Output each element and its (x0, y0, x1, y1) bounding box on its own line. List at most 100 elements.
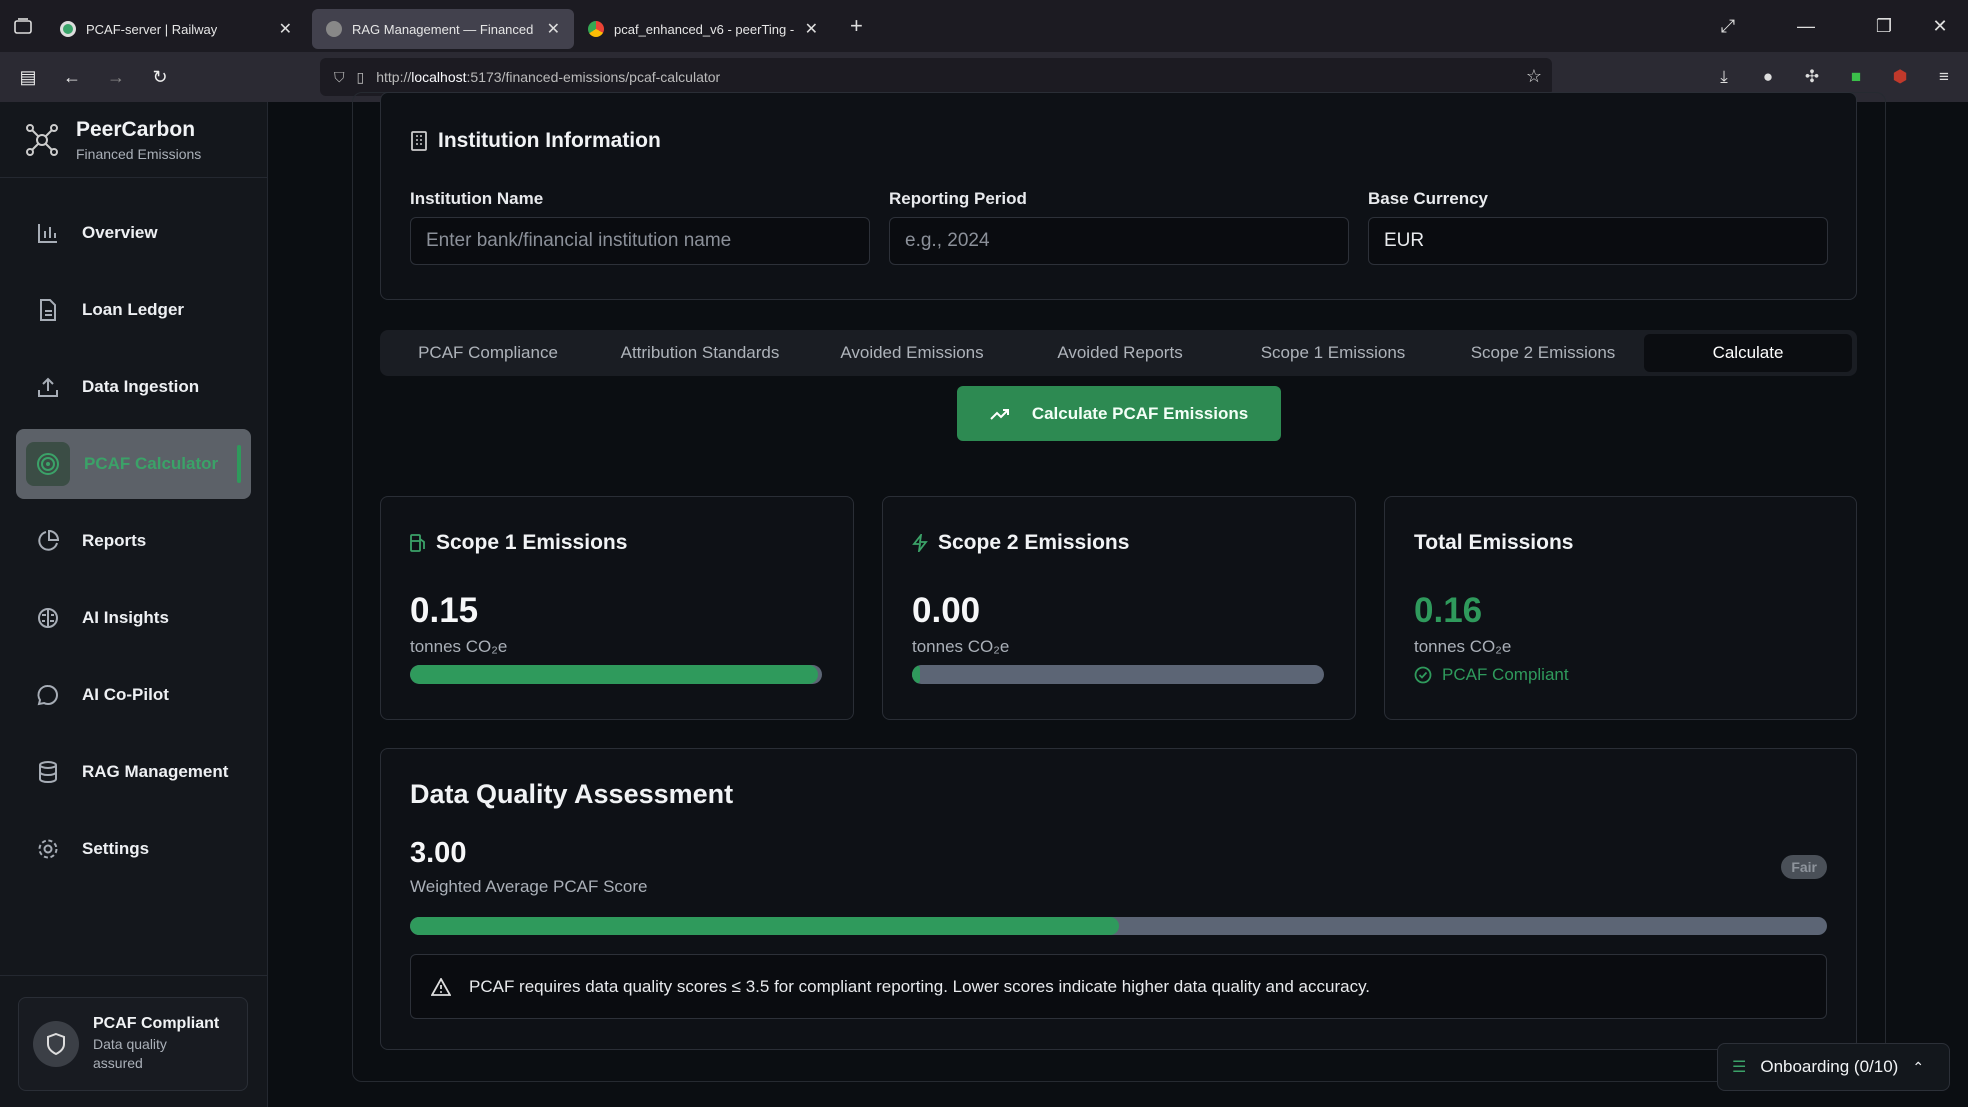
base-currency-input[interactable]: EUR (1368, 217, 1828, 265)
back-icon[interactable]: ← (50, 67, 94, 88)
sidebar-item-loan-ledger[interactable]: Loan Ledger (16, 275, 251, 345)
institution-name-input[interactable]: Enter bank/financial institution name (410, 217, 870, 265)
document-icon (36, 298, 60, 322)
sidebar-item-ai-insights[interactable]: AI Insights (16, 583, 251, 653)
active-indicator (237, 445, 241, 483)
sidebar-item-label: RAG Management (82, 762, 229, 781)
fuel-pump-icon (410, 534, 425, 552)
sidebar-item-pcaf-calculator[interactable]: PCAF Calculator (16, 429, 251, 499)
tab-avoided-emissions[interactable]: Avoided Emissions (812, 330, 1012, 376)
data-quality-card: Data Quality Assessment 3.00 Weighted Av… (380, 748, 1857, 1050)
scope2-unit: tonnes CO₂e (912, 637, 1010, 656)
browser-tab-rag-management[interactable]: RAG Management — Financed Emissi ✕ (312, 9, 574, 49)
sidebar-item-label: Settings (82, 839, 150, 858)
restore-icon[interactable]: ❐ (1856, 16, 1912, 37)
calculate-pcaf-button[interactable]: Calculate PCAF Emissions (957, 386, 1281, 441)
browser-tab-chrome[interactable]: pcaf_enhanced_v6 - peerTing - Chron ✕ (574, 9, 832, 49)
tab-avoided-reports[interactable]: Avoided Reports (1020, 330, 1220, 376)
browser-tab-bar: PCAF-server | Railway ✕ RAG Management —… (0, 0, 1968, 52)
shield-icon (33, 1021, 79, 1067)
sidebar-toggle-icon[interactable]: ▤ (6, 67, 50, 88)
page-info-icon[interactable]: ▯ (357, 69, 365, 86)
upload-icon (36, 375, 60, 399)
calculate-button-label: Calculate PCAF Emissions (1031, 403, 1249, 423)
institution-heading: Institution Information (410, 129, 661, 153)
progress-fill (410, 665, 818, 684)
bar-chart-icon (36, 221, 60, 245)
browser-tab-railway[interactable]: PCAF-server | Railway ✕ (46, 9, 306, 49)
sidebar-item-label: Data Ingestion (82, 377, 200, 396)
bookmark-star-icon[interactable]: ☆ (1526, 66, 1542, 87)
lightning-icon (912, 534, 928, 552)
check-circle-icon (1414, 666, 1432, 684)
tab-attribution-standards[interactable]: Attribution Standards (590, 330, 810, 376)
institution-info-card: Institution Information Institution Name… (380, 92, 1857, 300)
close-tab-icon[interactable]: ✕ (279, 19, 292, 39)
status-text: PCAF Compliant (1442, 665, 1569, 684)
minimize-icon[interactable]: — (1756, 16, 1856, 37)
sidebar-item-rag-management[interactable]: RAG Management (16, 737, 251, 807)
shield-icon[interactable]: ⛉ (334, 69, 345, 86)
download-extension-icon[interactable]: ■ (1842, 67, 1870, 87)
tab-scope1-emissions[interactable]: Scope 1 Emissions (1228, 330, 1438, 376)
ublock-icon[interactable]: ⬢ (1886, 67, 1914, 87)
total-result-card: Total Emissions 0.16 tonnes CO₂e PCAF Co… (1384, 496, 1857, 720)
calculator-tabs: PCAF Compliance Attribution Standards Av… (380, 330, 1857, 376)
compliance-status-card: PCAF Compliant Data quality assured (18, 997, 248, 1091)
tab-pcaf-compliance[interactable]: PCAF Compliance (388, 330, 588, 376)
scope2-result-card: Scope 2 Emissions 0.00 tonnes CO₂e (882, 496, 1356, 720)
tab-title: PCAF-server | Railway (86, 21, 218, 37)
window-controls: ⤢ — ❐ ✕ (1700, 0, 1968, 52)
tab-title: RAG Management — Financed Emissi (352, 21, 537, 37)
checklist-icon: ☰ (1732, 1059, 1747, 1076)
fullscreen-icon[interactable]: ⤢ (1700, 16, 1756, 37)
sidebar-item-ai-copilot[interactable]: AI Co-Pilot (16, 660, 251, 730)
chevron-up-icon: ⌃ (1912, 1058, 1925, 1075)
close-window-icon[interactable]: ✕ (1912, 16, 1968, 37)
compliance-notice: PCAF requires data quality scores ≤ 3.5 … (410, 954, 1827, 1019)
compliance-title: PCAF Compliant (93, 1015, 220, 1032)
close-tab-icon[interactable]: ✕ (805, 19, 818, 39)
brand[interactable]: PeerCarbon Financed Emissions (0, 102, 267, 178)
tab-title: pcaf_enhanced_v6 - peerTing - Chron (614, 21, 795, 37)
sidebar-item-label: AI Co-Pilot (82, 685, 169, 704)
reporting-period-input[interactable]: e.g., 2024 (889, 217, 1349, 265)
network-logo-icon (26, 123, 58, 156)
tab-calculate[interactable]: Calculate (1644, 334, 1852, 372)
sidebar-nav: Overview Loan Ledger Data Ingestion PCAF… (0, 198, 267, 884)
sidebar-item-label: AI Insights (82, 608, 169, 627)
menu-icon[interactable]: ≡ (1930, 67, 1958, 87)
onboarding-button[interactable]: ☰ Onboarding (0/10) ⌃ (1717, 1043, 1950, 1091)
account-icon[interactable]: ● (1754, 67, 1782, 87)
scope1-title: Scope 1 Emissions (410, 531, 627, 555)
sidebar: PeerCarbon Financed Emissions Overview L… (0, 102, 268, 1107)
url-bar[interactable]: ⛉ ▯ http://localhost:5173/financed-emiss… (320, 58, 1552, 96)
sidebar-item-label: Overview (82, 223, 158, 242)
sidebar-item-reports[interactable]: Reports (16, 506, 251, 576)
compliance-status: PCAF Compliant (1414, 665, 1569, 685)
sidebar-item-overview[interactable]: Overview (16, 198, 251, 268)
warning-icon (431, 977, 451, 996)
sidebar-item-settings[interactable]: Settings (16, 814, 251, 884)
downloads-icon[interactable]: ⤓ (1710, 67, 1738, 87)
data-quality-progress-bar (410, 917, 1827, 935)
scope1-unit: tonnes CO₂e (410, 637, 508, 656)
scope2-progress-bar (912, 665, 1324, 684)
sidebar-item-label: Loan Ledger (82, 300, 185, 319)
new-tab-button[interactable]: + (850, 13, 863, 39)
extensions-icon[interactable]: ✣ (1798, 67, 1826, 87)
scope1-progress-bar (410, 665, 822, 684)
onboarding-label: Onboarding (0/10) (1760, 1057, 1899, 1076)
data-quality-score: 3.00 (410, 837, 467, 869)
forward-icon[interactable]: → (94, 67, 138, 88)
close-tab-icon[interactable]: ✕ (547, 19, 560, 39)
scope2-value: 0.00 (912, 591, 981, 630)
app-root: PeerCarbon Financed Emissions Overview L… (0, 92, 1968, 1107)
tab-scope2-emissions[interactable]: Scope 2 Emissions (1438, 330, 1648, 376)
reload-icon[interactable]: ↻ (138, 67, 182, 88)
notice-text: PCAF requires data quality scores ≤ 3.5 … (469, 976, 1371, 996)
building-icon (411, 131, 427, 151)
total-unit: tonnes CO₂e (1414, 637, 1512, 656)
tab-list-icon[interactable] (0, 0, 46, 52)
sidebar-item-data-ingestion[interactable]: Data Ingestion (16, 352, 251, 422)
